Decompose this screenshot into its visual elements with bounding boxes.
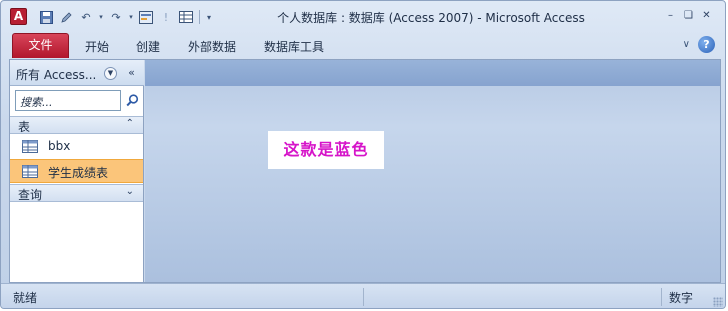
- title-bar: A ↶ ▾ ↷ ▾ ! ▾ 个人数据库 : 数据库 (Access 2007) …: [1, 1, 725, 31]
- work-area: 这款是蓝色: [145, 60, 720, 282]
- edit-icon[interactable]: [57, 8, 75, 26]
- ribbon-tabs: 文件 开始 创建 外部数据 数据库工具 ∨ ?: [1, 31, 725, 58]
- list-item[interactable]: 学生成绩表: [10, 159, 143, 183]
- group-label: 表: [18, 120, 31, 134]
- table-icon: [22, 140, 38, 156]
- tab-file[interactable]: 文件: [12, 33, 69, 58]
- nav-pane-header: 所有 Access... ▼ «: [10, 60, 144, 86]
- toolbar-separator: [199, 10, 200, 24]
- help-icon[interactable]: ?: [698, 36, 715, 53]
- status-num-lock: 数字: [669, 291, 694, 305]
- navigation-pane: 所有 Access... ▼ « 搜索... 表 ⌃ bbx 学生成绩表 查询 …: [10, 60, 144, 282]
- form-view-icon[interactable]: [137, 8, 155, 26]
- group-label: 查询: [18, 188, 43, 202]
- status-ready: 就绪: [13, 291, 38, 305]
- restore-icon[interactable]: ❏: [682, 9, 695, 22]
- table-view-icon[interactable]: [177, 8, 195, 26]
- main-content: 所有 Access... ▼ « 搜索... 表 ⌃ bbx 学生成绩表 查询 …: [9, 59, 721, 283]
- table-name: bbx: [48, 139, 71, 153]
- list-item[interactable]: bbx: [10, 135, 143, 159]
- nav-pane-dropdown-icon[interactable]: ▼: [104, 67, 117, 80]
- undo-icon[interactable]: ↶: [77, 8, 95, 26]
- ribbon-controls: ∨ ?: [683, 36, 715, 53]
- save-icon[interactable]: [37, 8, 55, 26]
- status-divider: [363, 288, 364, 306]
- ribbon-minimize-icon[interactable]: ∨: [683, 39, 690, 50]
- expand-chevron-icon[interactable]: ⌄: [126, 186, 134, 197]
- table-icon: [22, 165, 38, 181]
- group-header-tables[interactable]: 表 ⌃: [10, 116, 143, 134]
- search-input[interactable]: 搜索...: [15, 90, 121, 111]
- nav-pane-collapse-icon[interactable]: «: [124, 65, 139, 80]
- redo-dropdown-icon[interactable]: ▾: [127, 8, 135, 26]
- collapse-chevron-icon[interactable]: ⌃: [126, 118, 134, 129]
- document-tab-strip: [145, 60, 720, 86]
- status-divider: [661, 288, 662, 306]
- colored-text-note: 这款是蓝色: [268, 131, 384, 169]
- nav-pane-title[interactable]: 所有 Access...: [16, 66, 96, 83]
- tab-database-tools[interactable]: 数据库工具: [264, 38, 324, 55]
- tab-home[interactable]: 开始: [85, 38, 109, 55]
- tab-external-data[interactable]: 外部数据: [188, 38, 236, 55]
- window-title: 个人数据库 : 数据库 (Access 2007) - Microsoft Ac…: [277, 11, 585, 25]
- resize-grip-icon[interactable]: [713, 297, 723, 307]
- quick-access-toolbar: ↶ ▾ ↷ ▾ ! ▾: [37, 7, 214, 27]
- undo-dropdown-icon[interactable]: ▾: [97, 8, 105, 26]
- search-icon[interactable]: [123, 90, 141, 111]
- status-bar: 就绪 数字: [1, 283, 725, 308]
- group-header-queries[interactable]: 查询 ⌄: [10, 184, 143, 202]
- tab-create[interactable]: 创建: [136, 38, 160, 55]
- access-window: A ↶ ▾ ↷ ▾ ! ▾ 个人数据库 : 数据库 (Access 2007) …: [0, 0, 726, 309]
- table-name: 学生成绩表: [48, 166, 109, 180]
- redo-icon[interactable]: ↷: [107, 8, 125, 26]
- minimize-icon[interactable]: –: [664, 9, 677, 22]
- access-app-icon[interactable]: A: [10, 8, 27, 25]
- close-icon[interactable]: ✕: [700, 9, 713, 22]
- info-icon[interactable]: !: [157, 8, 175, 26]
- customize-toolbar-icon[interactable]: ▾: [204, 8, 214, 26]
- window-controls: – ❏ ✕: [664, 9, 713, 22]
